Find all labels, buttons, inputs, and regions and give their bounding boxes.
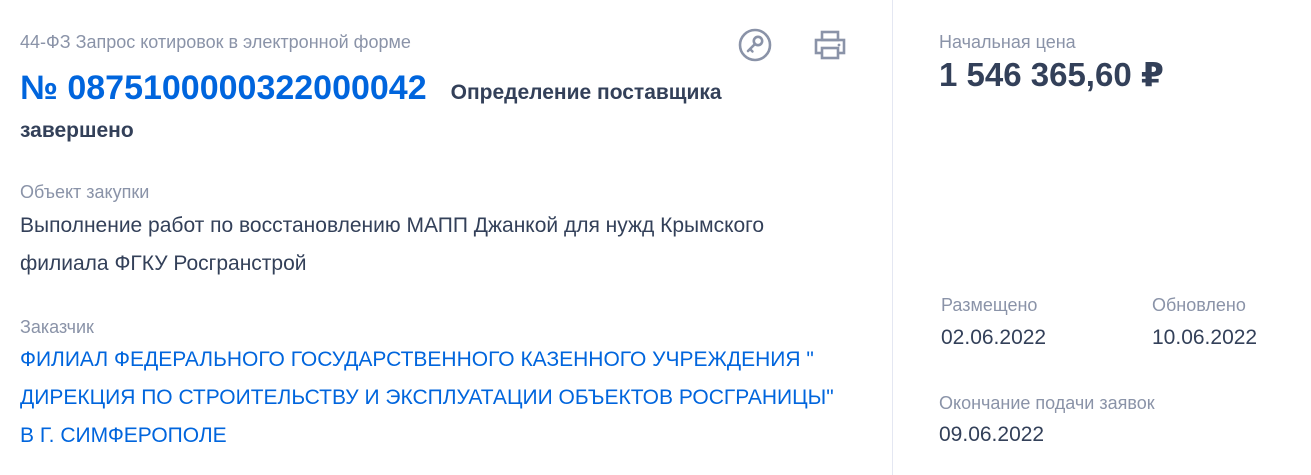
print-icon: [814, 30, 846, 60]
updated-date-value: 10.06.2022: [1152, 326, 1258, 349]
deadline-label: Окончание подачи заявок: [939, 393, 1155, 413]
purchase-header: № 0875100000322000042 Определение поставщ…: [20, 66, 800, 150]
customer-name-link[interactable]: ФИЛИАЛ ФЕДЕРАЛЬНОГО ГОСУДАРСТВЕННОГО КАЗ…: [20, 341, 850, 455]
card-actions: [737, 27, 848, 63]
key-button[interactable]: [737, 27, 773, 63]
initial-price-label: Начальная цена: [939, 32, 1076, 52]
posted-date-label: Размещено: [941, 295, 1038, 315]
updated-date-label: Обновлено: [1152, 295, 1246, 315]
print-button[interactable]: [812, 27, 848, 63]
purchase-number-link[interactable]: № 0875100000322000042: [20, 69, 427, 107]
object-description: Выполнение работ по восстановлению МАПП …: [20, 214, 765, 275]
object-label: Объект закупки: [20, 182, 150, 202]
initial-price-value: 1 546 365,60 ₽: [939, 56, 1164, 93]
key-icon: [738, 28, 772, 62]
price-and-dates-panel: Начальная цена 1 546 365,60 ₽ Размещено …: [894, 0, 1311, 475]
customer-label: Заказчик: [20, 317, 94, 337]
purchase-card: 44-ФЗ Запрос котировок в электронной фор…: [0, 0, 1311, 475]
purchase-info-panel: 44-ФЗ Запрос котировок в электронной фор…: [0, 0, 893, 475]
posted-date-value: 02.06.2022: [941, 326, 1047, 349]
deadline-value: 09.06.2022: [939, 423, 1045, 446]
law-and-method-label: 44-ФЗ Запрос котировок в электронной фор…: [20, 32, 411, 52]
